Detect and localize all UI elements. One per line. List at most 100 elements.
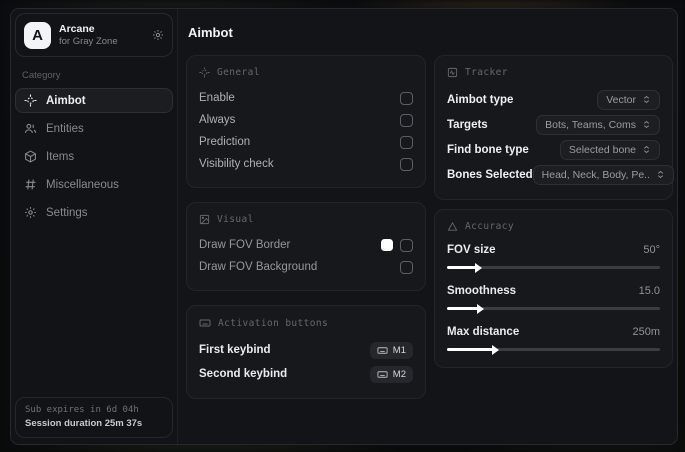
card-title: Visual — [217, 214, 254, 225]
select-label: Aimbot type — [447, 93, 514, 106]
toggle-label: Draw FOV Border — [199, 239, 291, 251]
main-panel: Aimbot General Enable Always Prediction … — [178, 9, 677, 444]
brand-header: A Arcane for Gray Zone — [15, 13, 173, 57]
slider-label: FOV size — [447, 244, 496, 256]
first-keybind-button[interactable]: M1 — [369, 341, 413, 359]
fov-border-color-swatch[interactable] — [381, 239, 393, 251]
page-title: Aimbot — [188, 25, 233, 40]
sidebar-item-label: Miscellaneous — [46, 178, 119, 191]
sidebar-item-label: Items — [46, 150, 75, 163]
select-label: Bones Selected — [447, 168, 533, 181]
card-title: General — [217, 67, 260, 78]
select-row: Find bone type Selected bone — [447, 137, 660, 162]
activation-card: Activation buttons First keybind M1 Seco… — [186, 305, 426, 399]
fov-size-slider[interactable] — [447, 262, 660, 273]
sidebar-item-label: Aimbot — [46, 94, 86, 107]
slider-thumb[interactable] — [476, 303, 484, 314]
activation-card-header: Activation buttons — [199, 317, 413, 329]
targets-dropdown[interactable]: Bots, Teams, Coms — [536, 114, 660, 135]
toggle-label: Visibility check — [199, 158, 274, 170]
bones-selected-dropdown[interactable]: Head, Neck, Body, Pe.. — [532, 164, 675, 185]
box-icon — [24, 150, 37, 163]
slider-group: Max distance 250m — [447, 323, 660, 355]
toggle-row: Always — [199, 109, 413, 131]
prediction-checkbox[interactable] — [400, 135, 413, 149]
always-checkbox[interactable] — [400, 113, 413, 127]
sidebar-item-settings[interactable]: Settings — [15, 200, 173, 225]
general-card-header: General — [199, 67, 413, 78]
slider-label: Smoothness — [447, 285, 517, 297]
toggle-row: Prediction — [199, 131, 413, 153]
find-bone-type-dropdown[interactable]: Selected bone — [559, 139, 660, 160]
keybind-value: M1 — [392, 344, 406, 356]
draw-fov-background-checkbox[interactable] — [400, 260, 413, 274]
accuracy-card: Accuracy FOV size 50° Smoothness 15.0 Ma… — [434, 209, 673, 368]
slider-thumb[interactable] — [491, 344, 499, 355]
slider-fill — [447, 348, 494, 351]
visual-card: Visual Draw FOV Border Draw FOV Backgrou… — [186, 202, 426, 291]
sidebar-nav: Aimbot Entities Items Miscellaneous Sett… — [15, 88, 173, 225]
select-label: Find bone type — [447, 143, 529, 156]
crosshair-icon — [24, 94, 37, 107]
enable-checkbox[interactable] — [400, 91, 413, 105]
triangle-icon — [447, 221, 458, 232]
sidebar-item-entities[interactable]: Entities — [15, 116, 173, 141]
session-duration-text: Session duration 25m 37s — [25, 418, 143, 429]
brand-logo: A — [24, 21, 51, 49]
toggle-label: Enable — [199, 92, 235, 104]
slider-group: FOV size 50° — [447, 241, 660, 273]
slider-label: Max distance — [447, 326, 520, 338]
gear-icon[interactable] — [152, 29, 164, 41]
chevron-up-down-icon — [642, 119, 651, 130]
toggle-row: Draw FOV Background — [199, 256, 413, 278]
aimbot-type-dropdown[interactable]: Vector — [597, 89, 660, 110]
dropdown-value: Bots, Teams, Coms — [545, 118, 636, 131]
card-title: Tracker — [465, 67, 508, 78]
category-label: Category — [22, 70, 61, 81]
keybind-value: M2 — [392, 368, 406, 380]
slider-value: 250m — [632, 326, 660, 338]
dropdown-value: Vector — [606, 93, 636, 106]
hash-icon — [24, 178, 37, 191]
sidebar-item-label: Entities — [46, 122, 84, 135]
keybind-label: Second keybind — [199, 368, 288, 380]
activity-icon — [447, 67, 458, 78]
image-icon — [199, 214, 210, 225]
smoothness-slider[interactable] — [447, 303, 660, 314]
card-title: Accuracy — [465, 221, 514, 232]
keybind-label: First keybind — [199, 344, 271, 356]
sub-expiry-text: Sub expires in 6d 04h — [25, 405, 139, 415]
draw-fov-border-checkbox[interactable] — [400, 238, 413, 252]
toggle-row: Enable — [199, 87, 413, 109]
select-row: Aimbot type Vector — [447, 87, 660, 112]
dropdown-value: Head, Neck, Body, Pe.. — [541, 168, 651, 181]
slider-value: 50° — [643, 244, 660, 256]
chevron-up-down-icon — [642, 144, 651, 155]
toggle-label: Draw FOV Background — [199, 261, 318, 273]
sidebar-item-items[interactable]: Items — [15, 144, 173, 169]
sidebar-item-miscellaneous[interactable]: Miscellaneous — [15, 172, 173, 197]
brand-text: Arcane for Gray Zone — [59, 23, 144, 48]
second-keybind-button[interactable]: M2 — [369, 365, 413, 383]
select-label: Targets — [447, 118, 488, 131]
tracker-card-header: Tracker — [447, 67, 660, 78]
slider-fill — [447, 307, 479, 310]
toggle-row: Draw FOV Border — [199, 234, 413, 256]
select-row: Bones Selected Head, Neck, Body, Pe.. — [447, 162, 675, 187]
select-row: Targets Bots, Teams, Coms — [447, 112, 660, 137]
dropdown-value: Selected bone — [568, 143, 636, 156]
keyboard-icon — [377, 345, 388, 356]
slider-group: Smoothness 15.0 — [447, 282, 660, 314]
keybind-row: First keybind M1 — [199, 338, 413, 362]
general-card: General Enable Always Prediction Visibil… — [186, 55, 426, 188]
brand-subtitle: for Gray Zone — [59, 35, 118, 47]
toggle-row: Visibility check — [199, 153, 413, 175]
max-distance-slider[interactable] — [447, 344, 660, 355]
tracker-card: Tracker Aimbot type Vector Targets Bots,… — [434, 55, 675, 200]
slider-value: 15.0 — [638, 285, 660, 297]
visibility-check-checkbox[interactable] — [400, 157, 413, 171]
slider-thumb[interactable] — [474, 262, 482, 273]
accuracy-card-header: Accuracy — [447, 221, 660, 232]
sidebar-item-aimbot[interactable]: Aimbot — [15, 88, 173, 113]
toggle-label: Prediction — [199, 136, 251, 148]
